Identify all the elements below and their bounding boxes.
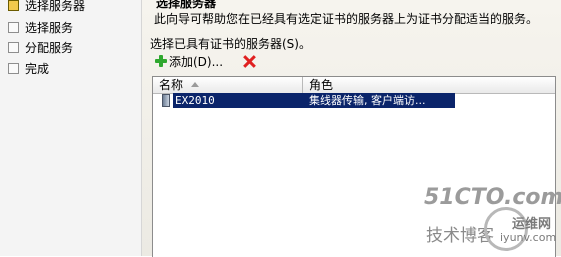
server-name: EX2010	[175, 94, 215, 107]
add-button[interactable]: 添加(D)...	[154, 52, 223, 72]
column-header-name[interactable]: 名称	[153, 77, 303, 93]
delete-icon	[243, 55, 256, 68]
page-description: 此向导可帮助您在已经具有选定证书的服务器上为证书分配适当的服务。	[154, 12, 539, 26]
wizard-steps-pane: 选择服务器 选择服务 分配服务 完成	[0, 0, 142, 256]
step-label: 完成	[25, 62, 50, 76]
server-list-prompt: 选择已具有证书的服务器(S)。	[150, 37, 311, 51]
add-button-label: 添加(D)...	[169, 55, 224, 69]
server-icon	[162, 94, 170, 107]
step-complete[interactable]: 完成	[8, 60, 49, 78]
server-list[interactable]: 名称 角色 EX2010 集线器传输, 客户端访...	[152, 76, 556, 257]
server-role: 集线器传输, 客户端访...	[309, 94, 426, 107]
step-label: 分配服务	[25, 41, 74, 55]
step-box-icon	[8, 42, 19, 53]
table-row[interactable]: EX2010 集线器传输, 客户端访...	[153, 93, 555, 109]
step-box-icon	[8, 22, 19, 33]
delete-button[interactable]	[241, 52, 257, 72]
step-select-server[interactable]: 选择服务器	[8, 0, 85, 15]
step-label: 选择服务器	[25, 0, 86, 13]
step-label: 选择服务	[25, 21, 74, 35]
step-assign-services[interactable]: 分配服务	[8, 39, 73, 57]
step-box-icon	[8, 63, 19, 74]
list-header: 名称 角色	[153, 77, 555, 94]
step-select-services[interactable]: 选择服务	[8, 19, 73, 37]
add-icon	[154, 54, 168, 68]
sort-ascending-icon	[191, 82, 200, 87]
current-step-icon	[8, 0, 19, 11]
column-header-role[interactable]: 角色	[303, 77, 555, 93]
